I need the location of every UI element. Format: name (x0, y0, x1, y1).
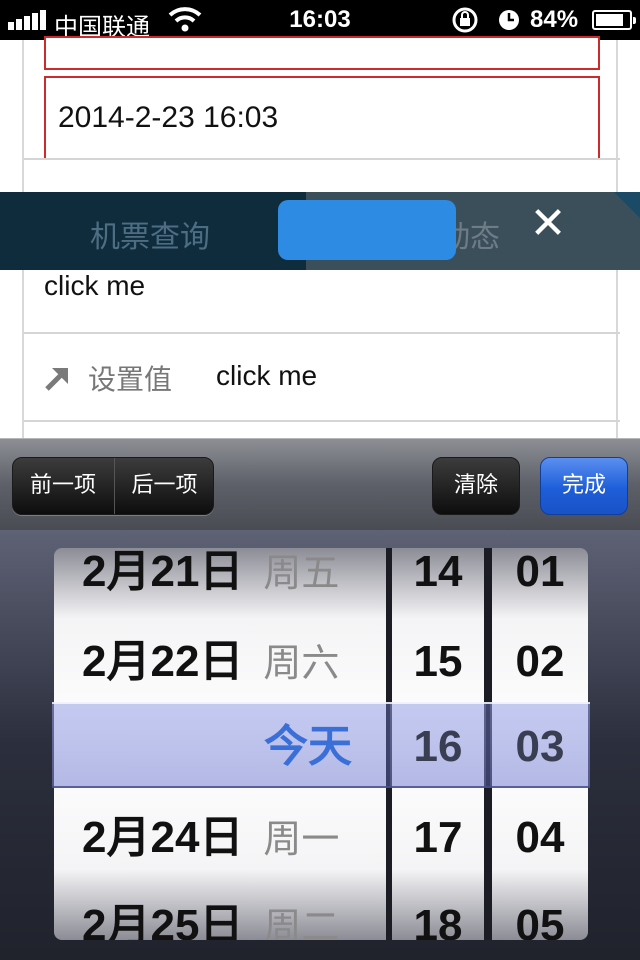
alarm-icon (499, 10, 519, 30)
date-text: 2月21日 (82, 548, 244, 596)
date-option[interactable]: 2月24日 周一 (54, 794, 386, 882)
input-field-top[interactable] (44, 36, 600, 70)
next-button[interactable]: 后一项 (114, 458, 213, 514)
date-option[interactable]: 2月25日 周二 (54, 882, 386, 940)
minute-option[interactable]: 05 (492, 882, 588, 940)
selection-divider (486, 704, 490, 786)
hour-option[interactable]: 14 (392, 548, 484, 616)
picker-selection-band: 今天 16 03 (52, 702, 590, 788)
status-bar: 中国联通 16:03 84% (0, 0, 640, 41)
tab-flight-search[interactable]: 机票查询 (90, 212, 210, 256)
hour-option[interactable]: 15 (392, 618, 484, 706)
battery-percent: 84% (530, 6, 579, 33)
weekday-text: 周二 (263, 907, 340, 940)
date-text: 2月24日 (82, 813, 244, 862)
date-text: 2月25日 (82, 901, 244, 940)
hour-option[interactable]: 17 (392, 794, 484, 882)
tab-banner: 机票查询 动态 ✕ (0, 192, 640, 270)
arrow-up-right-icon (45, 368, 68, 391)
rotation-lock-icon (452, 7, 478, 33)
battery-level-fill (596, 14, 623, 26)
prev-next-segmented-control: 前一项 后一项 (12, 457, 214, 515)
hour-option[interactable]: 18 (392, 882, 484, 940)
clear-button[interactable]: 清除 (432, 457, 520, 515)
weekday-text: 周五 (263, 553, 340, 595)
corner-fold (614, 192, 640, 218)
selected-hour[interactable]: 16 (392, 704, 484, 790)
active-tab-indicator (278, 200, 456, 260)
date-text: 2月22日 (82, 637, 244, 686)
divider (24, 332, 620, 334)
date-option[interactable]: 2月22日 周六 (54, 618, 386, 706)
set-value-label: 设置值 (88, 363, 173, 396)
selection-divider (386, 704, 390, 786)
close-icon[interactable]: ✕ (528, 202, 568, 246)
selected-date[interactable]: 今天 (52, 704, 352, 790)
form-assistant-toolbar: 前一项 后一项 清除 完成 (0, 438, 640, 530)
date-option[interactable]: 2月21日 周五 (54, 548, 386, 616)
weekday-text: 周一 (263, 819, 340, 861)
set-value-button[interactable]: click me (216, 360, 317, 392)
divider (24, 158, 620, 160)
divider (24, 420, 620, 422)
minute-option[interactable]: 02 (492, 618, 588, 706)
datetime-field[interactable]: 2014-2-23 16:03 (44, 76, 600, 160)
done-button[interactable]: 完成 (540, 457, 628, 515)
minute-option[interactable]: 01 (492, 548, 588, 616)
battery-icon (592, 10, 636, 30)
click-me-link[interactable]: click me (44, 270, 640, 302)
weekday-text: 周六 (263, 643, 340, 685)
previous-button[interactable]: 前一项 (13, 458, 113, 514)
minute-option[interactable]: 04 (492, 794, 588, 882)
selected-minute[interactable]: 03 (492, 704, 588, 790)
